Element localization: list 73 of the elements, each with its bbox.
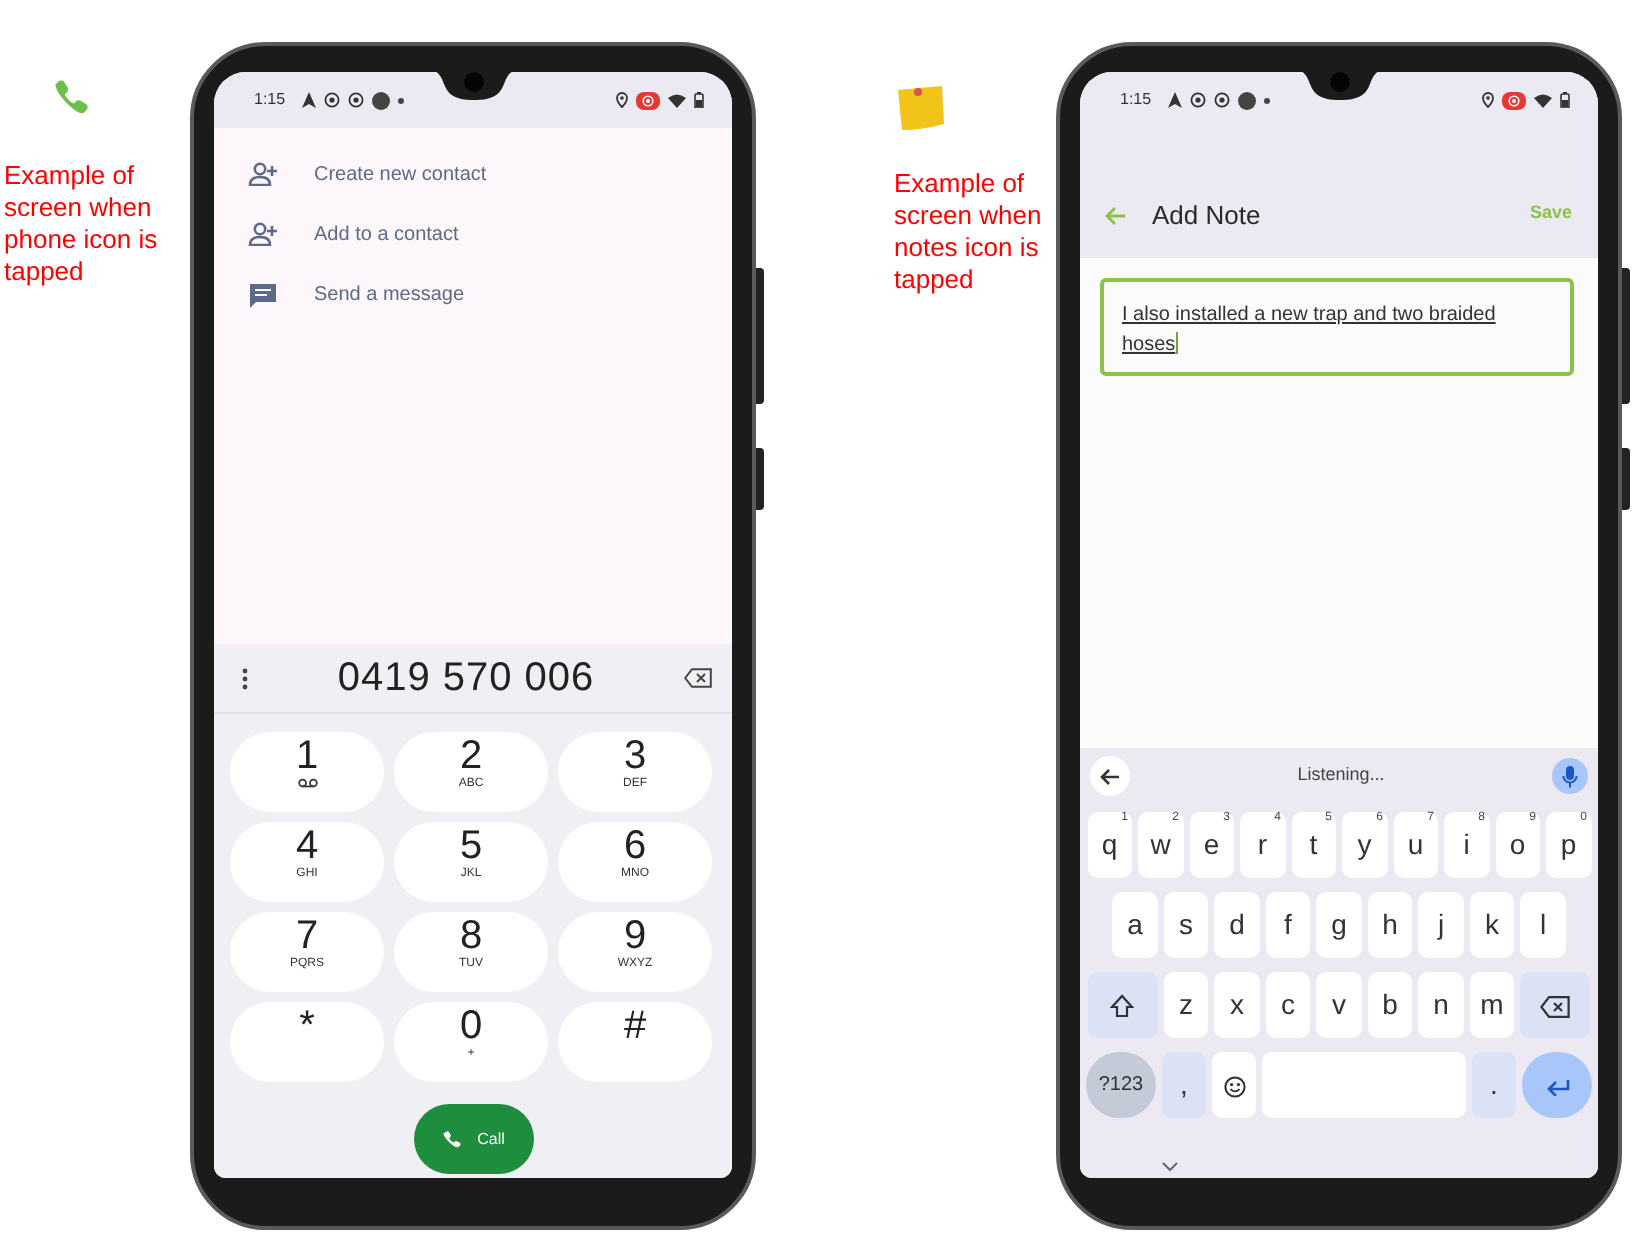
- letter-key[interactable]: n: [1418, 972, 1464, 1038]
- punctuation-key[interactable]: ,: [1162, 1052, 1206, 1118]
- letter-key[interactable]: s: [1163, 892, 1209, 958]
- letter-key[interactable]: x: [1214, 972, 1260, 1038]
- navigation-icon: [1167, 92, 1182, 108]
- message-icon: [248, 281, 278, 307]
- location-icon: [1482, 92, 1494, 108]
- backspace-icon: [1540, 995, 1571, 1018]
- dial-key[interactable]: 1: [230, 732, 384, 812]
- dial-key[interactable]: #: [558, 1002, 712, 1082]
- letter-key[interactable]: a: [1112, 892, 1158, 958]
- backspace-key[interactable]: [1520, 972, 1591, 1038]
- phone-icon: [441, 1129, 462, 1149]
- caption-text: Example of screen when notes icon is tapped: [894, 168, 1044, 296]
- dial-key[interactable]: *: [230, 1002, 384, 1082]
- small-dot-icon: [397, 97, 404, 103]
- status-time: 1:15: [254, 88, 286, 112]
- suggestion-text: Listening...: [1295, 762, 1387, 789]
- status-time: 1:15: [1120, 88, 1152, 112]
- back-arrow-icon: [1100, 767, 1120, 785]
- wifi-icon: [1534, 93, 1552, 107]
- small-dot-icon: [1263, 97, 1270, 103]
- smiley-icon: [1223, 1075, 1245, 1098]
- letter-key[interactable]: z: [1163, 972, 1209, 1038]
- location-icon: [616, 92, 628, 108]
- call-button[interactable]: Call: [413, 1104, 533, 1174]
- more-options-button[interactable]: [242, 667, 248, 689]
- contact-action[interactable]: Add to a contact: [214, 204, 732, 264]
- add-person-icon: [248, 222, 278, 246]
- contact-action[interactable]: Send a message: [214, 264, 732, 324]
- voicemail-icon: [297, 778, 317, 788]
- add-person-icon: [248, 162, 278, 186]
- enter-icon: [1545, 1077, 1569, 1096]
- microphone-icon: [1562, 765, 1578, 787]
- shift-key[interactable]: [1087, 972, 1158, 1038]
- backspace-icon: [684, 668, 712, 688]
- record-icon: [1502, 91, 1526, 109]
- caption-text: Example of screen when phone icon is tapped: [2, 160, 160, 288]
- shift-icon: [1110, 994, 1135, 1019]
- letter-key[interactable]: j: [1418, 892, 1464, 958]
- letter-key[interactable]: k: [1469, 892, 1515, 958]
- text-cursor: [1175, 332, 1178, 354]
- contact-action[interactable]: Create new contact: [214, 144, 732, 204]
- screen-title: Add Note: [1152, 197, 1261, 233]
- letter-key[interactable]: m: [1469, 972, 1515, 1038]
- letter-key[interactable]: d: [1214, 892, 1260, 958]
- back-arrow-icon: [1104, 206, 1126, 226]
- wifi-icon: [668, 93, 686, 107]
- letter-key[interactable]: v: [1316, 972, 1362, 1038]
- phone-number: 0419 570 006: [335, 654, 597, 704]
- enter-key[interactable]: [1522, 1052, 1592, 1118]
- backspace-button[interactable]: [684, 668, 712, 688]
- navigation-icon: [301, 92, 316, 108]
- emoji-key[interactable]: [1212, 1052, 1256, 1118]
- back-button[interactable]: [1090, 756, 1130, 796]
- dot-icon: [371, 91, 390, 109]
- letter-key[interactable]: h: [1367, 892, 1413, 958]
- microphone-button[interactable]: [1552, 758, 1588, 794]
- letter-key[interactable]: g: [1316, 892, 1362, 958]
- sticky-note-icon: [894, 84, 946, 132]
- battery-icon: [694, 92, 704, 108]
- chevron-down-icon[interactable]: [1162, 1162, 1178, 1172]
- record-icon: [636, 91, 660, 109]
- battery-icon: [1560, 92, 1570, 108]
- more-icon: [242, 667, 248, 689]
- letter-key[interactable]: f: [1265, 892, 1311, 958]
- punctuation-key[interactable]: .: [1472, 1052, 1516, 1118]
- note-input-field[interactable]: I also installed a new trap and two braided hoses: [1100, 278, 1574, 376]
- letter-key[interactable]: b: [1367, 972, 1413, 1038]
- letter-key[interactable]: l: [1520, 892, 1566, 958]
- letter-key[interactable]: c: [1265, 972, 1311, 1038]
- symbols-key[interactable]: ?123: [1086, 1052, 1156, 1118]
- dot-icon: [1237, 91, 1256, 109]
